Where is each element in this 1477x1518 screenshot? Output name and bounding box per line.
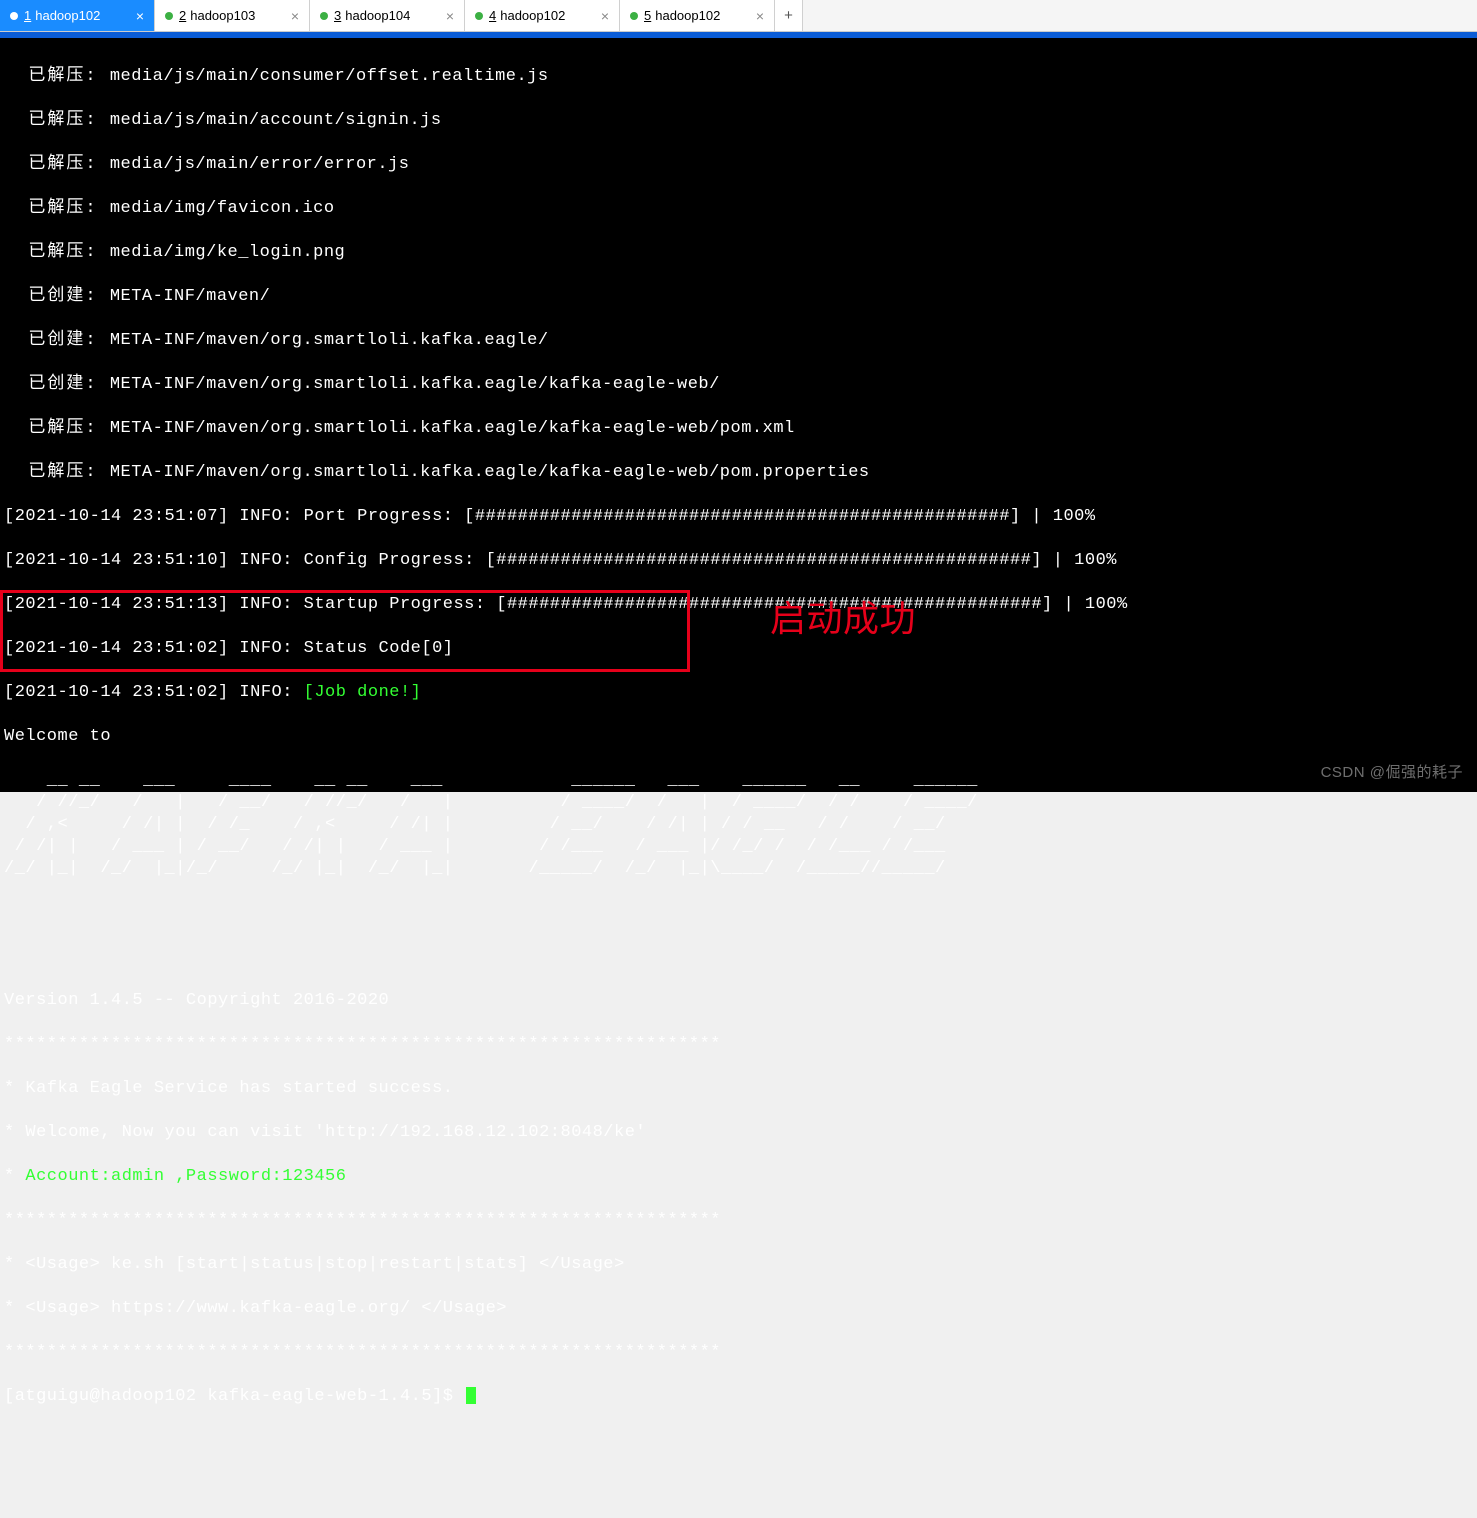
- status-dot-icon: [475, 12, 483, 20]
- tab-1[interactable]: 1 hadoop102 ×: [0, 0, 155, 31]
- extract-line: 已解压: media/img/favicon.ico: [4, 198, 1473, 220]
- usage-line: * <Usage> ke.sh [start|status|stop|resta…: [4, 1254, 1473, 1276]
- tab-number: 5: [644, 8, 651, 23]
- success-annotation-text: 启动成功: [770, 608, 916, 630]
- close-icon[interactable]: ×: [593, 8, 609, 24]
- service-url-line: * Welcome, Now you can visit 'http://192…: [4, 1122, 1473, 1144]
- separator-line: ****************************************…: [4, 1210, 1473, 1232]
- close-icon[interactable]: ×: [438, 8, 454, 24]
- tab-bar: 1 hadoop102 × 2 hadoop103 × 3 hadoop104 …: [0, 0, 1477, 32]
- account-line: * Account:admin ,Password:123456: [4, 1166, 1473, 1188]
- close-icon[interactable]: ×: [748, 8, 764, 24]
- tab-3[interactable]: 3 hadoop104 ×: [310, 0, 465, 31]
- watermark-text: CSDN @倔强的耗子: [1321, 762, 1463, 784]
- usage-line: * <Usage> https://www.kafka-eagle.org/ <…: [4, 1298, 1473, 1320]
- extract-line: 已创建: META-INF/maven/: [4, 286, 1473, 308]
- progress-line: [2021-10-14 23:51:02] INFO: Status Code[…: [4, 638, 1473, 660]
- extract-line: 已解压: META-INF/maven/org.smartloli.kafka.…: [4, 418, 1473, 440]
- status-dot-icon: [630, 12, 638, 20]
- tab-label: hadoop102: [655, 8, 720, 23]
- status-dot-icon: [320, 12, 328, 20]
- add-tab-button[interactable]: +: [775, 0, 803, 31]
- tab-number: 1: [24, 8, 31, 23]
- extract-line: 已解压: media/js/main/consumer/offset.realt…: [4, 66, 1473, 88]
- cursor-icon: [466, 1387, 476, 1404]
- tab-number: 2: [179, 8, 186, 23]
- progress-line: [2021-10-14 23:51:13] INFO: Startup Prog…: [4, 594, 1473, 616]
- tab-4[interactable]: 4 hadoop102 ×: [465, 0, 620, 31]
- tab-number: 3: [334, 8, 341, 23]
- blank-line: [4, 902, 1473, 924]
- ascii-art-banner: __ __ ___ ____ __ __ ___ ______ ___ ____…: [4, 770, 1473, 880]
- job-done-line: [2021-10-14 23:51:02] INFO: [Job done!]: [4, 682, 1473, 704]
- tab-label: hadoop102: [500, 8, 565, 23]
- progress-line: [2021-10-14 23:51:10] INFO: Config Progr…: [4, 550, 1473, 572]
- extract-line: 已解压: META-INF/maven/org.smartloli.kafka.…: [4, 462, 1473, 484]
- welcome-line: Welcome to: [4, 726, 1473, 748]
- tab-5[interactable]: 5 hadoop102 ×: [620, 0, 775, 31]
- version-line: Version 1.4.5 -- Copyright 2016-2020: [4, 990, 1473, 1012]
- tab-label: hadoop103: [190, 8, 255, 23]
- separator-line: ****************************************…: [4, 1342, 1473, 1364]
- extract-line: 已创建: META-INF/maven/org.smartloli.kafka.…: [4, 330, 1473, 352]
- tab-number: 4: [489, 8, 496, 23]
- separator-line: ****************************************…: [4, 1034, 1473, 1056]
- shell-prompt[interactable]: [atguigu@hadoop102 kafka-eagle-web-1.4.5…: [4, 1386, 1473, 1408]
- extract-line: 已解压: media/js/main/account/signin.js: [4, 110, 1473, 132]
- close-icon[interactable]: ×: [283, 8, 299, 24]
- progress-line: [2021-10-14 23:51:07] INFO: Port Progres…: [4, 506, 1473, 528]
- extract-line: 已解压: media/img/ke_login.png: [4, 242, 1473, 264]
- tab-label: hadoop102: [35, 8, 100, 23]
- tab-2[interactable]: 2 hadoop103 ×: [155, 0, 310, 31]
- terminal-output[interactable]: 已解压: media/js/main/consumer/offset.realt…: [0, 38, 1477, 792]
- close-icon[interactable]: ×: [128, 8, 144, 24]
- status-dot-icon: [165, 12, 173, 20]
- extract-line: 已创建: META-INF/maven/org.smartloli.kafka.…: [4, 374, 1473, 396]
- service-started-line: * Kafka Eagle Service has started succes…: [4, 1078, 1473, 1100]
- status-dot-icon: [10, 12, 18, 20]
- tab-label: hadoop104: [345, 8, 410, 23]
- extract-line: 已解压: media/js/main/error/error.js: [4, 154, 1473, 176]
- blank-line: [4, 946, 1473, 968]
